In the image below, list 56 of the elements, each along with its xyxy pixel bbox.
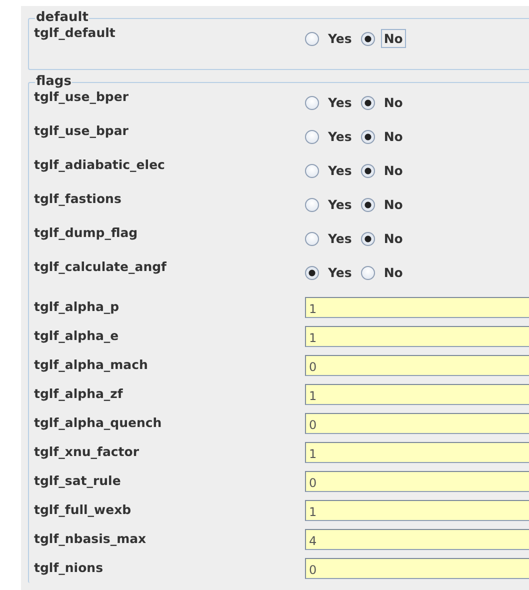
radio-button[interactable] — [360, 232, 375, 246]
field-label: tglf_alpha_e — [34, 328, 120, 345]
field-label: tglf_nions — [34, 560, 104, 577]
option-label[interactable]: No — [380, 29, 406, 48]
radio-button[interactable] — [360, 164, 375, 178]
option-label[interactable]: Yes — [325, 93, 355, 112]
field-label: tglf_calculate_angf — [34, 259, 168, 275]
option-label[interactable]: Yes — [325, 161, 355, 180]
radio-button[interactable] — [305, 266, 319, 280]
option-label[interactable]: Yes — [325, 229, 355, 248]
option-label[interactable]: No — [380, 161, 406, 180]
radio-button[interactable] — [360, 96, 375, 110]
input-field[interactable]: 1 — [305, 442, 529, 463]
field-label: tglf_default — [34, 25, 116, 41]
field-label: tglf_use_bper — [34, 89, 130, 105]
field-label: tglf_use_bpar — [34, 123, 130, 139]
field-label: tglf_sat_rule — [34, 472, 122, 490]
group-title: flags — [35, 74, 72, 90]
field-label: tglf_adiabatic_elec — [34, 157, 166, 173]
option-label[interactable]: Yes — [325, 263, 355, 282]
radio-button[interactable] — [305, 198, 319, 212]
option-label[interactable]: Yes — [325, 29, 355, 48]
field-label: tglf_nbasis_max — [34, 530, 148, 548]
radio-button[interactable] — [305, 130, 319, 144]
option-label[interactable]: No — [380, 195, 406, 214]
option-label[interactable]: No — [380, 127, 406, 146]
field-label: tglf_alpha_p — [34, 298, 120, 316]
input-field[interactable]: 0 — [305, 558, 529, 579]
radio-button[interactable] — [360, 130, 375, 144]
input-field[interactable]: 4 — [305, 529, 529, 550]
input-field[interactable]: 0 — [305, 413, 529, 434]
input-field[interactable]: 0 — [305, 355, 529, 376]
radio-button[interactable] — [360, 32, 375, 46]
field-label: tglf_xnu_factor — [34, 444, 140, 461]
option-label[interactable]: No — [380, 93, 406, 112]
input-field[interactable]: 1 — [305, 384, 529, 405]
input-field[interactable]: 1 — [305, 326, 529, 347]
radio-button[interactable] — [305, 32, 319, 46]
input-field[interactable]: 1 — [305, 500, 529, 521]
radio-button[interactable] — [305, 164, 319, 178]
radio-button[interactable] — [305, 96, 319, 110]
input-field[interactable]: 0 — [305, 471, 529, 492]
option-label[interactable]: Yes — [325, 195, 355, 214]
radio-button[interactable] — [305, 232, 319, 246]
field-label: tglf_full_wexb — [34, 502, 132, 519]
field-label: tglf_alpha_mach — [34, 356, 149, 374]
field-label: tglf_alpha_zf — [34, 386, 124, 403]
input-field[interactable]: 1 — [305, 297, 529, 318]
option-label[interactable]: Yes — [325, 127, 355, 146]
field-label: tglf_alpha_quench — [34, 414, 163, 432]
option-label[interactable]: No — [380, 263, 406, 282]
field-label: tglf_dump_flag — [34, 225, 139, 241]
option-label[interactable]: No — [380, 229, 406, 248]
field-label: tglf_fastions — [34, 191, 122, 207]
radio-button[interactable] — [360, 266, 375, 280]
radio-button[interactable] — [360, 198, 375, 212]
